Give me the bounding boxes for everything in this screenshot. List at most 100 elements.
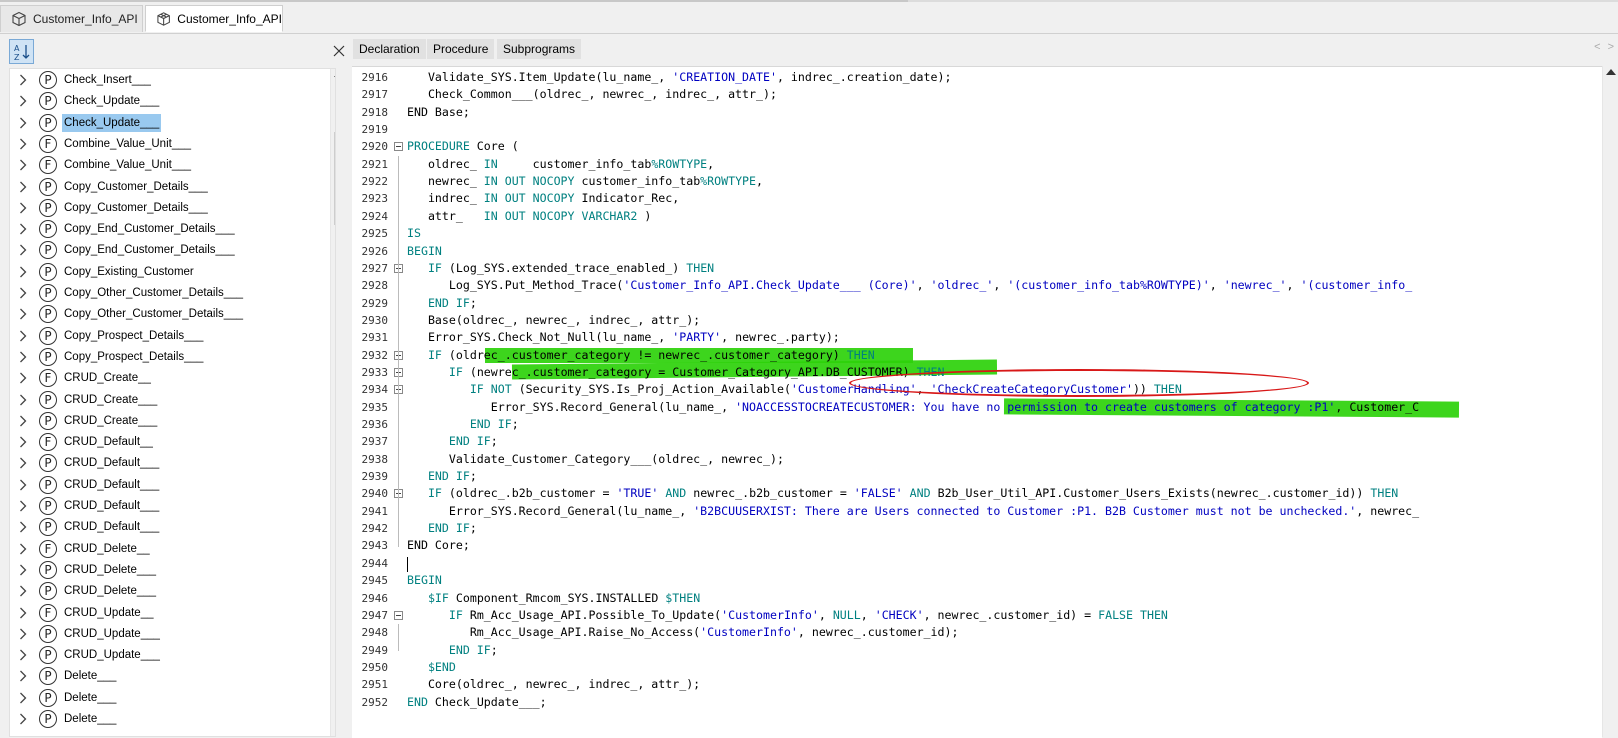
tree-item[interactable]: P Copy_Other_Customer_Details___ xyxy=(10,282,320,304)
tree-item[interactable]: P CRUD_Default___ xyxy=(10,495,320,517)
chevron-right-icon[interactable] xyxy=(18,474,28,496)
tab-package-body[interactable]: Customer_Info_API xyxy=(145,5,283,32)
editor-scrollbar[interactable] xyxy=(1602,66,1618,737)
chevron-right-icon[interactable] xyxy=(18,431,28,453)
fold-guide xyxy=(398,624,399,651)
procedure-icon: P xyxy=(39,582,57,601)
procedure-icon: P xyxy=(39,198,57,217)
tree-item[interactable]: P CRUD_Create___ xyxy=(10,410,320,432)
tree-item[interactable]: P Copy_Existing_Customer xyxy=(10,261,320,283)
chevron-right-icon[interactable] xyxy=(18,133,28,155)
tree-item[interactable]: P CRUD_Update___ xyxy=(10,623,320,645)
chevron-right-icon[interactable] xyxy=(18,538,28,560)
tree-item[interactable]: P Check_Update___ xyxy=(10,90,320,112)
chevron-right-icon[interactable] xyxy=(18,708,28,730)
chevron-right-icon[interactable] xyxy=(18,154,28,176)
chevron-right-icon[interactable] xyxy=(18,176,28,198)
chevron-right-icon[interactable] xyxy=(18,346,28,368)
scroll-up-arrow-icon[interactable] xyxy=(1606,69,1616,75)
chevron-right-icon[interactable] xyxy=(18,559,28,581)
sort-button[interactable]: A Z xyxy=(9,39,34,64)
fold-toggle-icon[interactable] xyxy=(394,610,403,620)
chevron-right-icon[interactable] xyxy=(18,282,28,304)
code-token: ; xyxy=(511,417,519,431)
tree-item[interactable]: P CRUD_Delete___ xyxy=(10,580,320,602)
tree-item[interactable]: P CRUD_Default___ xyxy=(10,516,320,538)
tree-item[interactable]: P Copy_End_Customer_Details___ xyxy=(10,239,320,261)
tree-item[interactable]: P Copy_Other_Customer_Details___ xyxy=(10,303,320,325)
tree-item[interactable]: P CRUD_Delete___ xyxy=(10,559,320,581)
scrollbar-thumb[interactable] xyxy=(334,132,335,225)
tree-item[interactable]: P Copy_Prospect_Details___ xyxy=(10,346,320,368)
chevron-right-icon[interactable] xyxy=(18,197,28,219)
chevron-right-icon[interactable] xyxy=(18,623,28,645)
tree-item[interactable]: P Copy_Customer_Details___ xyxy=(10,197,320,219)
line-number-gutter: 2916 2917 2918 2919 2920 2921 2922 2923 2924 2925… xyxy=(352,67,400,738)
tree-item-label: Copy_Customer_Details___ xyxy=(64,201,208,214)
chevron-right-icon[interactable] xyxy=(18,495,28,517)
tab-package-spec[interactable]: Customer_Info_API xyxy=(0,5,143,32)
chevron-right-icon[interactable] xyxy=(18,218,28,240)
outline-scrollbar[interactable] xyxy=(330,69,335,736)
tree-item[interactable]: P Copy_End_Customer_Details___ xyxy=(10,218,320,240)
tree-item[interactable]: F Combine_Value_Unit___ xyxy=(10,133,320,155)
chevron-right-icon[interactable] xyxy=(18,303,28,325)
code-editor[interactable]: 2916 2917 2918 2919 2920 2921 2922 2923 2924 2925… xyxy=(352,66,1602,738)
chevron-right-icon[interactable] xyxy=(18,367,28,389)
tab-nav-arrows[interactable]: < > xyxy=(1594,41,1616,53)
chevron-right-icon[interactable] xyxy=(18,112,28,134)
chevron-right-icon[interactable] xyxy=(18,261,28,283)
tree-item[interactable]: P Delete___ xyxy=(10,708,320,730)
chevron-right-icon[interactable] xyxy=(18,389,28,411)
tree-item[interactable]: P CRUD_Default___ xyxy=(10,452,320,474)
tree-item[interactable]: P Delete___ xyxy=(10,665,320,687)
tree-item[interactable]: P Copy_Customer_Details___ xyxy=(10,176,320,198)
tree-item[interactable]: F CRUD_Create__ xyxy=(10,367,320,389)
chevron-right-icon[interactable] xyxy=(18,410,28,432)
scroll-up-arrow-icon[interactable] xyxy=(334,71,335,77)
chevron-right-icon[interactable] xyxy=(18,325,28,347)
function-icon: F xyxy=(39,156,57,175)
line-number: 2950 xyxy=(361,660,389,674)
line-number: 2941 xyxy=(361,504,389,518)
chevron-right-icon[interactable] xyxy=(18,665,28,687)
close-button[interactable] xyxy=(330,42,348,60)
tree-item[interactable]: P Copy_Prospect_Details___ xyxy=(10,325,320,347)
keyword-token: %ROWTYPE xyxy=(651,156,708,171)
chevron-right-icon[interactable] xyxy=(18,69,28,91)
procedure-icon: P xyxy=(39,113,57,132)
chevron-right-icon[interactable] xyxy=(18,452,28,474)
tree-item[interactable]: P CRUD_Update___ xyxy=(10,644,320,666)
chevron-right-icon[interactable] xyxy=(18,644,28,666)
tree-item[interactable]: P Check_Update___ xyxy=(10,112,320,134)
tree-item[interactable]: F CRUD_Delete__ xyxy=(10,538,320,560)
tree-item[interactable]: P CRUD_Default___ xyxy=(10,474,320,496)
chevron-right-icon[interactable] xyxy=(18,239,28,261)
chevron-right-icon[interactable] xyxy=(18,90,28,112)
chevron-right-icon[interactable] xyxy=(18,516,28,538)
tree-item-label: CRUD_Default___ xyxy=(64,500,160,512)
fold-toggle-icon[interactable] xyxy=(394,142,403,152)
code-line: IF (oldrec_.customer_category != newrec_… xyxy=(407,347,875,364)
keyword-token: IF xyxy=(448,607,463,622)
keyword-token: %ROWTYPE xyxy=(700,174,757,189)
tab-procedure[interactable]: Procedure xyxy=(427,39,495,59)
chevron-right-icon[interactable] xyxy=(18,687,28,709)
keyword-token: IF xyxy=(427,260,442,275)
tree-item[interactable]: F CRUD_Default__ xyxy=(10,431,320,453)
tree-item[interactable]: P Delete___ xyxy=(10,687,320,709)
tree-item[interactable]: P CRUD_Create___ xyxy=(10,389,320,411)
code-token: customer_info_tab xyxy=(497,156,652,171)
procedure-icon: P xyxy=(39,284,57,302)
code-token: (oldrec_.customer_category != newrec_.cu… xyxy=(441,347,847,362)
chevron-right-icon[interactable] xyxy=(18,602,28,624)
keyword-token: END xyxy=(407,694,428,709)
tree-item[interactable]: P Check_Insert___ xyxy=(10,69,320,91)
chevron-right-icon[interactable] xyxy=(18,580,28,602)
tab-declaration[interactable]: Declaration xyxy=(353,39,426,59)
tree-item[interactable]: F Combine_Value_Unit___ xyxy=(10,154,320,176)
tree-item[interactable]: F CRUD_Update__ xyxy=(10,602,320,624)
code-token: newrec_ xyxy=(407,174,484,189)
tab-subprograms[interactable]: Subprograms xyxy=(497,39,582,59)
